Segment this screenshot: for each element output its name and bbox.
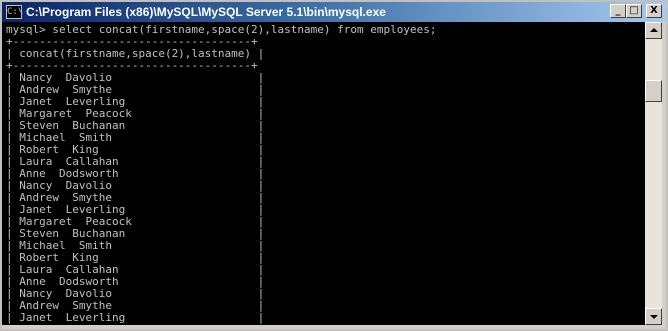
console-output[interactable]: mysql> select concat(firstname,space(2),… (2, 22, 645, 325)
arrow-up-icon (650, 28, 658, 32)
result-row: | Janet Leverling | (6, 311, 265, 324)
window-title: C:\Program Files (x86)\MySQL\MySQL Serve… (26, 5, 386, 19)
minimize-button[interactable]: _ (610, 4, 626, 18)
arrow-down-icon (650, 315, 658, 319)
console-app-icon[interactable]: C:\ (6, 5, 23, 19)
title-bar[interactable]: C:\ C:\Program Files (x86)\MySQL\MySQL S… (2, 2, 666, 22)
vertical-scrollbar[interactable] (645, 22, 662, 325)
close-button[interactable]: X (646, 4, 662, 18)
scroll-up-button[interactable] (645, 22, 662, 39)
scroll-down-button[interactable] (645, 308, 662, 325)
scroll-thumb[interactable] (645, 80, 662, 102)
maximize-button[interactable]: □ (626, 4, 642, 18)
